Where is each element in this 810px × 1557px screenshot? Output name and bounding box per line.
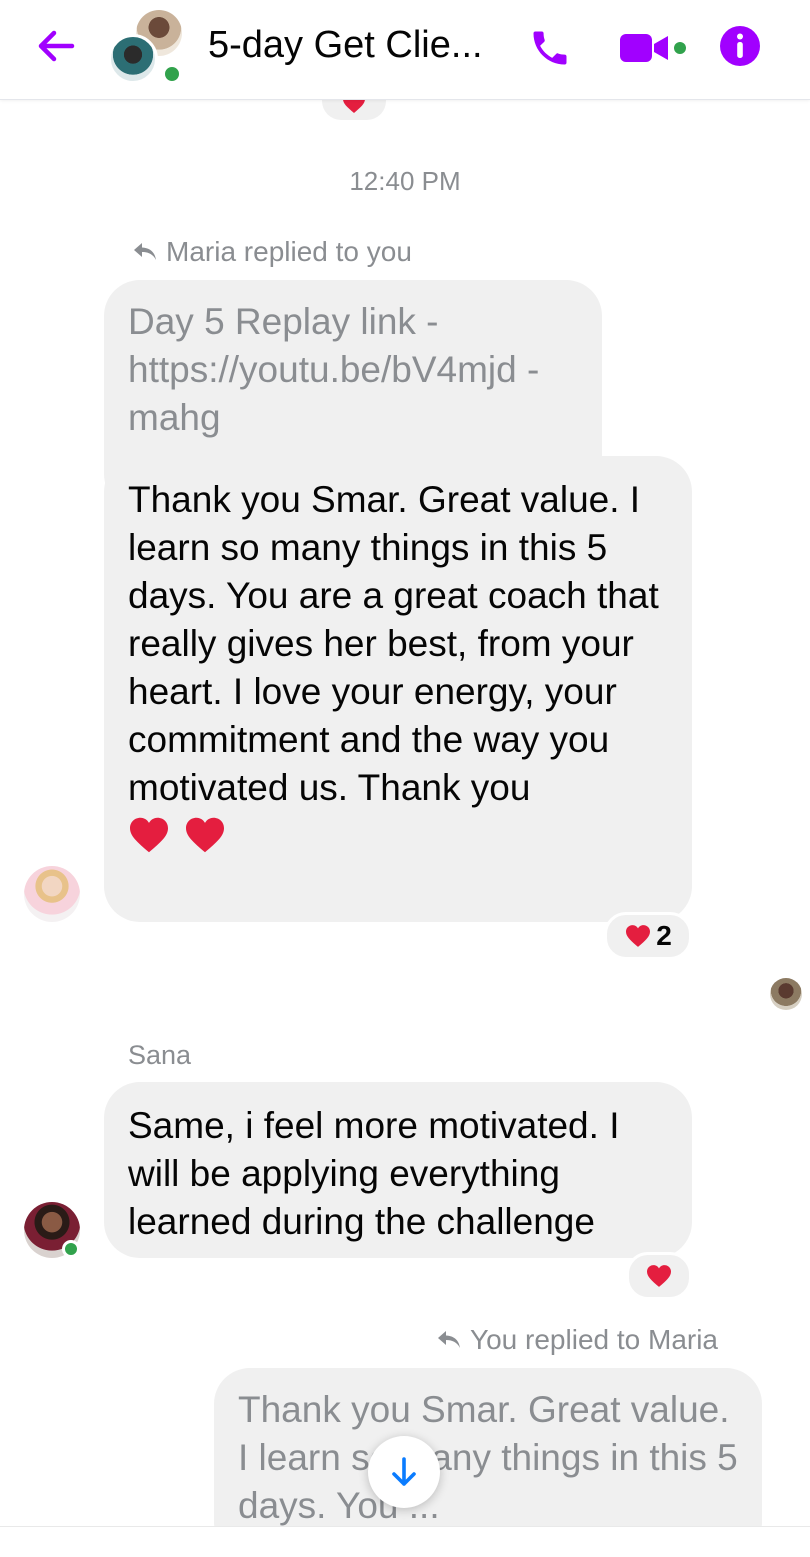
- quoted-message-text: Thank you Smar. Great value. I learn so …: [238, 1389, 738, 1526]
- message-reaction[interactable]: 2: [604, 912, 692, 960]
- group-avatar[interactable]: [108, 10, 188, 86]
- chat-header: 5-day Get Clie...: [0, 0, 810, 100]
- message-text: Thank you Smar. Great value. I learn so …: [128, 479, 659, 808]
- video-camera-icon: [620, 34, 686, 62]
- message-text: Same, i feel more motivated. I will be a…: [128, 1105, 620, 1242]
- online-indicator: [62, 1240, 80, 1258]
- sender-avatar-maria[interactable]: [24, 866, 80, 922]
- quoted-message-text: Day 5 Replay link - https://youtu.be/bV4…: [128, 301, 540, 438]
- heart-icon: [130, 817, 168, 853]
- heart-icon: [186, 817, 224, 853]
- reply-arrow-icon: [134, 243, 156, 260]
- message-reaction[interactable]: [626, 1252, 692, 1300]
- conversation-info-button[interactable]: [714, 20, 766, 72]
- online-indicator: [162, 64, 182, 84]
- reply-indicator-label: Maria replied to you: [166, 236, 412, 267]
- reply-indicator-label: You replied to Maria: [470, 1324, 719, 1355]
- reaction-count: 2: [656, 920, 672, 951]
- message-timestamp: 12:40 PM: [349, 166, 461, 196]
- message-bubble[interactable]: Thank you Smar. Great value. I learn so …: [104, 456, 692, 922]
- phone-icon: [533, 31, 567, 65]
- reply-indicator: Maria replied to you: [132, 236, 412, 268]
- video-call-button[interactable]: [616, 24, 696, 72]
- message-bubble[interactable]: Same, i feel more motivated. I will be a…: [104, 1082, 692, 1258]
- bottom-edge: [0, 1526, 810, 1557]
- reply-indicator: You replied to Maria: [436, 1324, 718, 1356]
- voice-call-button[interactable]: [524, 24, 576, 72]
- scroll-to-bottom-button[interactable]: [368, 1436, 440, 1508]
- back-button[interactable]: [30, 22, 82, 70]
- read-receipt-avatar: [770, 978, 802, 1010]
- arrow-down-icon: [392, 1457, 416, 1486]
- sender-name: Sana: [128, 1040, 192, 1070]
- heart-emojis: [128, 816, 668, 854]
- chat-title[interactable]: 5-day Get Clie...: [208, 24, 483, 67]
- info-icon: [720, 26, 760, 66]
- arrow-left-icon: [38, 30, 75, 62]
- member-avatar: [108, 34, 158, 84]
- reply-arrow-icon: [438, 1331, 460, 1348]
- heart-icon: [647, 1265, 671, 1287]
- heart-icon: [626, 925, 651, 947]
